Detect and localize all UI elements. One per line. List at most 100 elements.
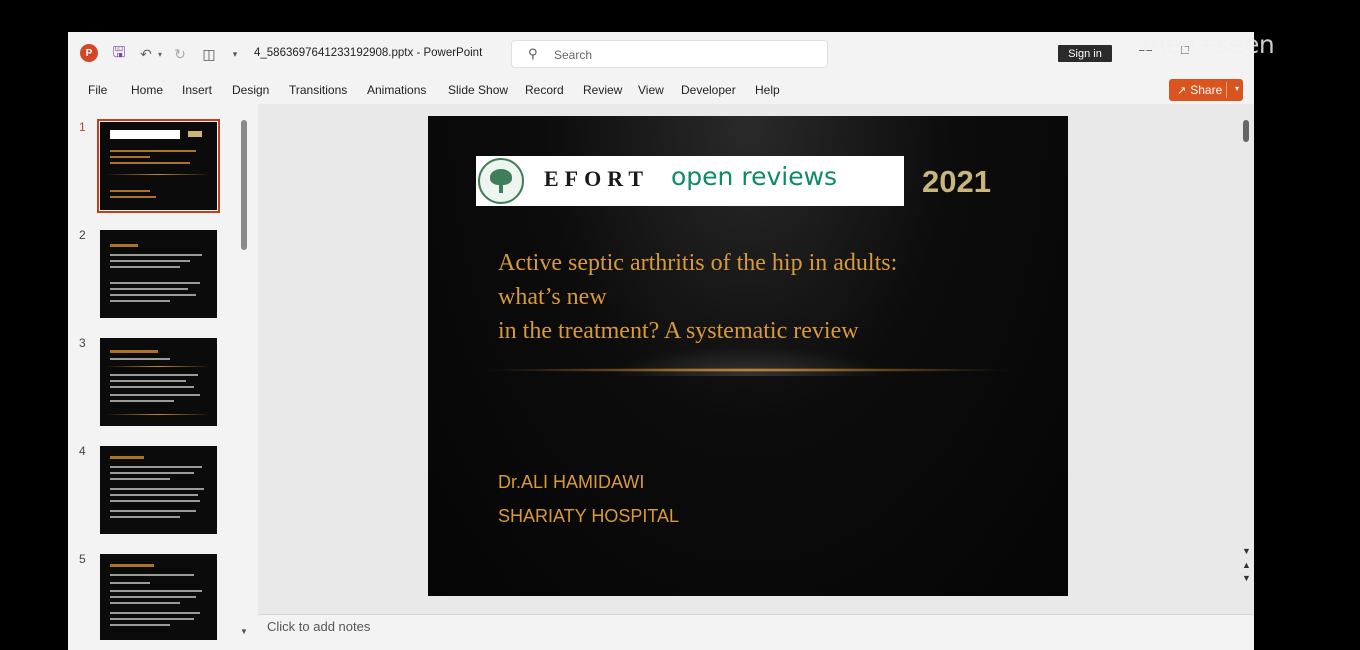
thumb-text-line [110, 288, 188, 290]
thumb-text-line [110, 266, 180, 268]
tab-transitions[interactable]: Transitions [289, 83, 347, 97]
tab-developer[interactable]: Developer [681, 83, 736, 97]
thumb-banner [110, 130, 180, 139]
slide-thumbnail-3[interactable] [100, 338, 217, 426]
thumb-text-line [110, 358, 170, 360]
thumb-text-line [110, 510, 196, 512]
scrollbar-thumb[interactable] [241, 120, 247, 250]
thumb-heading [110, 456, 144, 459]
search-placeholder: Search [554, 48, 593, 62]
thumb-text-line [110, 590, 202, 592]
tab-slide-show[interactable]: Slide Show [448, 83, 508, 97]
slide-author[interactable]: Dr.ALI HAMIDAWI [498, 472, 644, 493]
tab-record[interactable]: Record [525, 83, 564, 97]
thumb-text-line [110, 472, 194, 474]
slide-thumbnail-2[interactable] [100, 230, 217, 318]
slide-thumbnail-1[interactable] [97, 119, 220, 213]
thumb-text-line [110, 196, 156, 198]
tab-review[interactable]: Review [583, 83, 622, 97]
thumb-text-line [110, 300, 170, 302]
scroll-down-icon[interactable]: ▼ [240, 627, 248, 636]
thumb-text-line [110, 466, 202, 468]
thumb-text-line [110, 612, 200, 614]
share-label: Share [1190, 83, 1223, 97]
thumb-text-line [110, 574, 194, 576]
share-button[interactable]: ↗ Share ▾ [1169, 79, 1243, 101]
thumb-heading [110, 564, 154, 567]
slide-title[interactable]: Active septic arthritis of the hip in ad… [498, 246, 1038, 348]
slide-thumbnail-5[interactable] [100, 554, 217, 642]
thumb-text-line [110, 478, 170, 480]
thumb-text-line [110, 488, 204, 490]
undo-icon[interactable]: ↶ [138, 44, 154, 64]
customize-toolbar-icon[interactable]: ▾ [228, 44, 242, 64]
notes-placeholder: Click to add notes [267, 619, 371, 634]
chevron-down-icon[interactable]: ▾ [1235, 84, 1239, 93]
slide-number: 5 [79, 552, 86, 566]
thumb-text-line [110, 394, 200, 396]
thumb-text-line [110, 618, 194, 620]
banner-efort-text: EFORT [544, 166, 650, 191]
thumb-text-line [110, 582, 150, 584]
efort-logo-icon [478, 158, 524, 204]
thumb-text-line [110, 602, 180, 604]
previous-slide-icon[interactable]: ▲ [1242, 560, 1251, 570]
share-divider [1226, 82, 1227, 98]
thumb-text-line [110, 624, 170, 626]
slide-number: 4 [79, 444, 86, 458]
current-slide[interactable]: EFORT open reviews 2021 Active septic ar… [428, 116, 1068, 596]
tab-animations[interactable]: Animations [367, 83, 426, 97]
slide-affiliation[interactable]: SHARIATY HOSPITAL [498, 506, 679, 527]
scrollbar-thumb[interactable] [1243, 120, 1249, 142]
title-bar: P 🖫 ↶ ▾ ↻ ◫ ▾ 4_5863697641233192908.pptx… [68, 32, 1254, 76]
search-icon: ⚲ [528, 46, 538, 61]
thumb-text-line [110, 282, 200, 284]
search-box[interactable]: ⚲ Search [511, 40, 828, 68]
thumb-heading [110, 244, 138, 247]
banner-open-reviews-text: open reviews [671, 162, 838, 191]
notes-pane[interactable]: Click to add notes [258, 614, 1254, 640]
powerpoint-window: P 🖫 ↶ ▾ ↻ ◫ ▾ 4_5863697641233192908.pptx… [68, 32, 1254, 650]
journal-banner: EFORT open reviews [476, 156, 904, 206]
tree-trunk [499, 183, 503, 193]
tab-help[interactable]: Help [755, 83, 780, 97]
thumbnails-scrollbar[interactable]: ▼ [240, 120, 248, 640]
slide-year: 2021 [922, 164, 991, 199]
sign-in-button[interactable]: Sign in [1058, 45, 1112, 62]
thumb-text-line [110, 294, 196, 296]
thumb-rule [106, 414, 211, 415]
thumb-text-line [110, 162, 190, 164]
thumb-text-line [110, 516, 180, 518]
thumb-rule [106, 174, 211, 175]
tab-design[interactable]: Design [232, 83, 269, 97]
thumb-text-line [110, 596, 196, 598]
slide-number: 1 [79, 120, 86, 134]
present-icon[interactable]: ◫ [200, 44, 218, 64]
thumb-heading [110, 350, 158, 353]
redo-icon[interactable]: ↻ [172, 44, 188, 64]
thumb-text-line [110, 260, 190, 262]
thumb-rule [106, 366, 211, 367]
thumb-text-line [110, 156, 150, 158]
undo-dropdown-icon[interactable]: ▾ [155, 44, 165, 64]
thumb-text-line [110, 386, 194, 388]
tab-view[interactable]: View [638, 83, 664, 97]
watermark-logo: med+seen [1142, 30, 1275, 59]
thumb-text-line [110, 494, 198, 496]
tab-insert[interactable]: Insert [182, 83, 212, 97]
next-slide-icon[interactable]: ▼ [1242, 573, 1251, 583]
ribbon-tabs: File Home Insert Design Transitions Anim… [68, 76, 1254, 104]
thumb-text-line [110, 190, 150, 192]
thumb-text-line [110, 380, 186, 382]
slide-editor-area: EFORT open reviews 2021 Active septic ar… [258, 104, 1254, 614]
thumb-text-line [110, 254, 202, 256]
slide-thumbnails-pane: 1 2 3 4 5 [68, 112, 258, 642]
tab-home[interactable]: Home [131, 83, 163, 97]
editor-scrollbar[interactable]: ▼ ▲ ▼ [1242, 112, 1252, 632]
scroll-down-icon[interactable]: ▼ [1242, 546, 1251, 556]
save-icon[interactable]: 🖫 [110, 44, 128, 64]
slide-thumbnail-4[interactable] [100, 446, 217, 534]
powerpoint-logo-icon: P [80, 44, 98, 62]
thumb-text-line [110, 374, 198, 376]
tab-file[interactable]: File [88, 83, 107, 97]
